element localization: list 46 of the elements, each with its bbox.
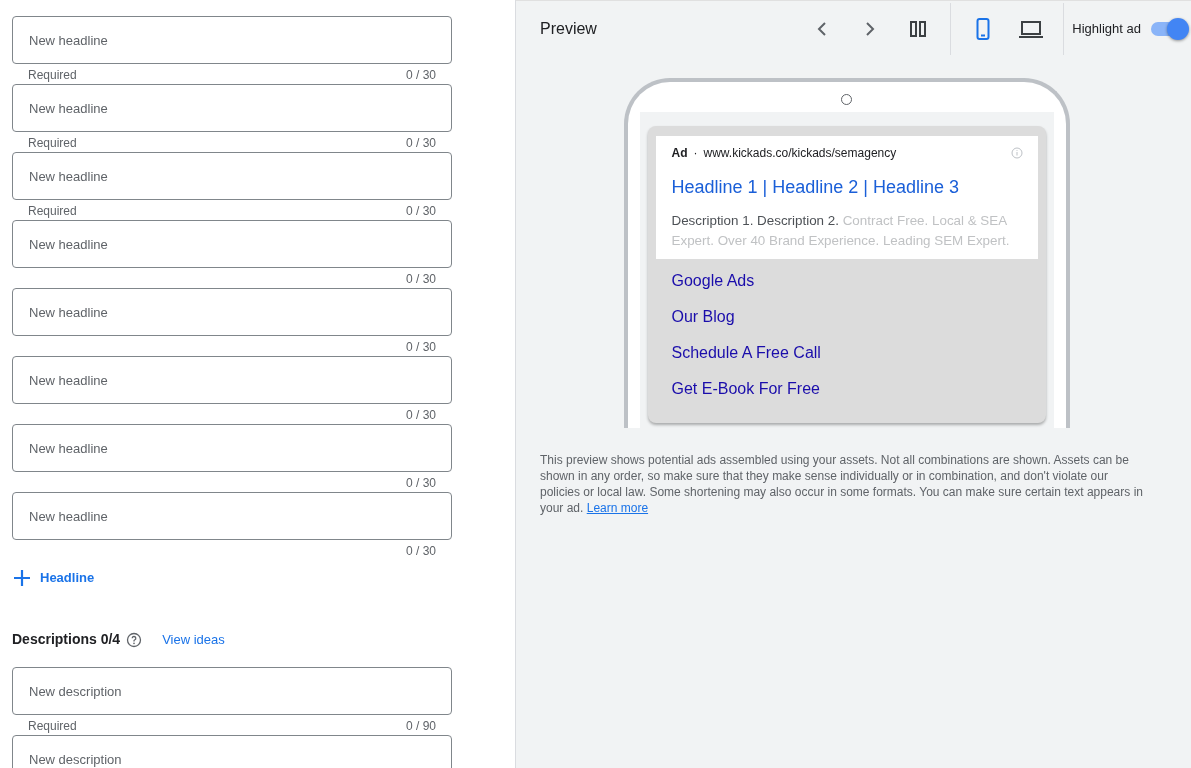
character-counter: 0 / 30	[405, 544, 436, 560]
character-counter: 0 / 30	[405, 68, 436, 84]
plus-icon	[12, 568, 32, 588]
help-icon[interactable]	[126, 631, 143, 648]
character-counter: 0 / 30	[405, 272, 436, 288]
headline-field[interactable]: New headline	[12, 84, 452, 132]
character-counter: 0 / 30	[405, 204, 436, 220]
ad-description: Description 1. Description 2. Contract Free. Local & SEA Expert. Over 40 Brand Experience. Leading SEM Expert.	[671, 212, 1011, 250]
headline-field[interactable]: New headline	[12, 424, 452, 472]
learn-more-link[interactable]: Learn more	[586, 501, 649, 515]
description-field[interactable]: New description	[12, 667, 452, 715]
sitelink[interactable]: Our Blog	[655, 299, 1038, 335]
chevron-right-icon	[866, 22, 875, 36]
headline-field[interactable]: New headline	[12, 152, 452, 200]
separator-dot: ·	[693, 145, 698, 162]
preview-title: Preview	[540, 19, 597, 39]
preview-note: This preview shows potential ads assembled using your assets. Not all combinations are shown. Assets can be shown in any order, so make sure that they make sense individually or in combination, and don't violate our policies or local law. Some shortening may also occur in some formats. You can make sure certain text appears in your ad. Learn more	[539, 452, 1144, 516]
chevron-left-icon	[817, 22, 827, 36]
character-counter: 0 / 30	[405, 408, 436, 424]
helper-text: Required	[28, 136, 77, 152]
laptop-icon	[1018, 21, 1045, 38]
sitelink[interactable]: Schedule A Free Call	[655, 335, 1038, 371]
character-counter: 0 / 30	[405, 136, 436, 152]
sitelink[interactable]: Get E-Book For Free	[655, 371, 1038, 407]
ad-url: www.kickads.co/kickads/semagency	[703, 145, 897, 162]
headline-field[interactable]: New headline	[12, 356, 452, 404]
add-headline-button[interactable]: Headline	[12, 568, 95, 588]
sitelink[interactable]: Google Ads	[655, 263, 1038, 299]
description-field[interactable]: New description	[12, 735, 452, 768]
headline-field[interactable]: New headline	[12, 220, 452, 268]
character-counter: 0 / 30	[405, 340, 436, 356]
headline-field[interactable]: New headline	[12, 492, 452, 540]
ad-headline[interactable]: Headline 1 | Headline 2 | Headline 3	[671, 174, 1023, 201]
phone-icon	[976, 18, 990, 40]
helper-text: Required	[28, 68, 77, 84]
columns-icon	[910, 21, 927, 37]
ad-label: Ad	[671, 145, 688, 162]
helper-text: Required	[28, 204, 77, 220]
section-title: Descriptions 0/4	[12, 630, 121, 649]
helper-text: Required	[28, 719, 77, 735]
view-ideas-link[interactable]: View ideas	[162, 629, 225, 650]
toggle-label: Highlight ad	[1072, 20, 1141, 39]
headline-field[interactable]: New headline	[12, 288, 452, 336]
headline-field[interactable]: New headline	[12, 16, 452, 64]
character-counter: 0 / 30	[405, 476, 436, 492]
character-counter: 0 / 90	[405, 719, 436, 735]
